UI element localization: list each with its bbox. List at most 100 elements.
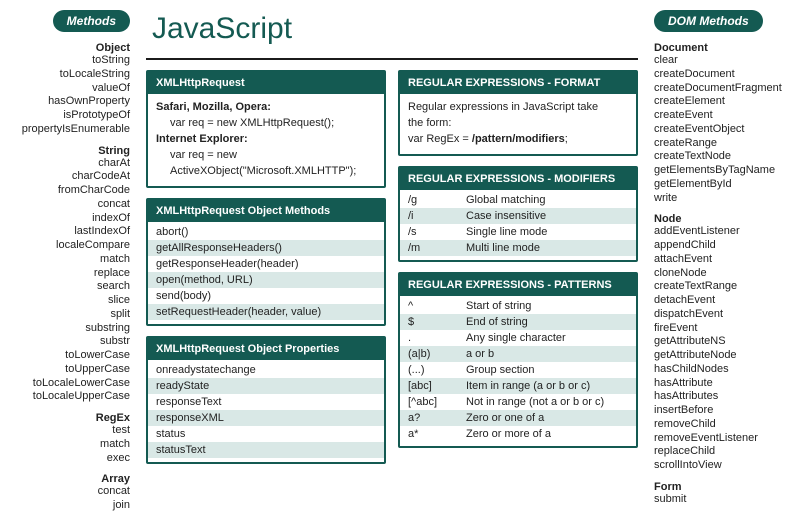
side-item: charCodeAt [4, 170, 130, 184]
side-item: getAttributeNS [654, 335, 788, 349]
list-cell: statusText [156, 444, 376, 456]
side-group: StringcharAtcharCodeAtfromCharCodeconcat… [4, 145, 130, 405]
side-item: propertyIsEnumerable [4, 123, 130, 137]
kv-val: End of string [466, 316, 628, 328]
side-item: toString [4, 54, 130, 68]
side-item: join [4, 499, 130, 513]
side-group: DocumentclearcreateDocumentcreateDocumen… [654, 42, 788, 205]
side-item: addEventListener [654, 225, 788, 239]
side-item: removeChild [654, 418, 788, 432]
side-item: valueOf [4, 82, 130, 96]
side-item: createDocument [654, 68, 788, 82]
kv-val: Case insensitive [466, 210, 628, 222]
list-cell: getAllResponseHeaders() [156, 242, 376, 254]
side-item: toLocaleString [4, 68, 130, 82]
side-group: Arrayconcatjoin [4, 473, 130, 513]
list-cell: status [156, 428, 376, 440]
side-item: createTextRange [654, 280, 788, 294]
re-patt-rows: ^Start of string$End of string.Any singl… [400, 296, 636, 446]
side-group: RegExtestmatchexec [4, 412, 130, 465]
list-cell: responseText [156, 396, 376, 408]
column-left: XMLHttpRequest Safari, Mozilla, Opera: v… [146, 70, 386, 464]
list-row: send(body) [148, 288, 384, 304]
dom-methods-sidebar: DOM Methods DocumentclearcreateDocumentc… [646, 0, 792, 516]
side-item: getAttributeNode [654, 349, 788, 363]
dom-methods-groups: DocumentclearcreateDocumentcreateDocumen… [654, 42, 788, 507]
kv-key: a* [408, 428, 466, 440]
kv-key: ^ [408, 300, 466, 312]
side-item: indexOf [4, 212, 130, 226]
methods-pill: Methods [53, 10, 130, 32]
side-group-header: Document [654, 42, 788, 54]
side-item: slice [4, 294, 130, 308]
re-format-line2: the form: [408, 116, 628, 132]
side-item: createDocumentFragment [654, 82, 788, 96]
page-title: JavaScript [152, 12, 638, 46]
side-item: localeCompare [4, 239, 130, 253]
list-row: onreadystatechange [148, 362, 384, 378]
list-cell: responseXML [156, 412, 376, 424]
methods-sidebar: Methods ObjecttoStringtoLocaleStringvalu… [0, 0, 138, 516]
side-item: scrollIntoView [654, 459, 788, 473]
re-mods-panel: REGULAR EXPRESSIONS - MODIFIERS /gGlobal… [398, 166, 638, 262]
kv-row: [abc]Item in range (a or b or c) [400, 378, 636, 394]
title-divider [146, 58, 638, 60]
kv-row: [^abc]Not in range (not a or b or c) [400, 394, 636, 410]
re-mods-rows: /gGlobal matching/iCase insensitive/sSin… [400, 190, 636, 260]
re-format-line3c: ; [565, 133, 568, 145]
side-item: isPrototypeOf [4, 109, 130, 123]
side-item: getElementById [654, 178, 788, 192]
kv-key: (a|b) [408, 348, 466, 360]
side-item: replace [4, 267, 130, 281]
side-item: replaceChild [654, 445, 788, 459]
xhr-panel: XMLHttpRequest Safari, Mozilla, Opera: v… [146, 70, 386, 188]
xhr-props-header: XMLHttpRequest Object Properties [148, 338, 384, 360]
side-item: write [654, 192, 788, 206]
side-item: createEvent [654, 109, 788, 123]
list-cell: setRequestHeader(header, value) [156, 306, 376, 318]
xhr-header: XMLHttpRequest [148, 72, 384, 94]
side-item: getElementsByTagName [654, 164, 788, 178]
side-item: dispatchEvent [654, 308, 788, 322]
side-item: exec [4, 452, 130, 466]
kv-val: Item in range (a or b or c) [466, 380, 628, 392]
kv-key: /m [408, 242, 466, 254]
re-format-line3a: var RegEx = [408, 133, 472, 145]
list-row: statusText [148, 442, 384, 458]
side-item: hasChildNodes [654, 363, 788, 377]
side-group: Formsubmit [654, 481, 788, 507]
side-item: removeEventListener [654, 432, 788, 446]
side-item: search [4, 280, 130, 294]
re-format-line1: Regular expressions in JavaScript take [408, 100, 628, 116]
kv-row: $End of string [400, 314, 636, 330]
side-item: appendChild [654, 239, 788, 253]
list-row: status [148, 426, 384, 442]
side-item: split [4, 308, 130, 322]
side-item: cloneNode [654, 267, 788, 281]
kv-val: Start of string [466, 300, 628, 312]
re-format-panel: REGULAR EXPRESSIONS - FORMAT Regular exp… [398, 70, 638, 156]
list-row: abort() [148, 224, 384, 240]
side-group-header: Array [4, 473, 130, 485]
list-cell: readyState [156, 380, 376, 392]
kv-key: (...) [408, 364, 466, 376]
list-row: open(method, URL) [148, 272, 384, 288]
side-group: NodeaddEventListenerappendChildattachEve… [654, 213, 788, 473]
side-item: insertBefore [654, 404, 788, 418]
side-item: concat [4, 198, 130, 212]
xhr-methods-panel: XMLHttpRequest Object Methods abort()get… [146, 198, 386, 326]
xhr-code-2b: ActiveXObject("Microsoft.XMLHTTP"); [156, 164, 376, 180]
kv-val: Any single character [466, 332, 628, 344]
side-item: createElement [654, 95, 788, 109]
side-group: ObjecttoStringtoLocaleStringvalueOfhasOw… [4, 42, 130, 137]
xhr-props-rows: onreadystatechange readyState responseText… [148, 360, 384, 462]
side-item: detachEvent [654, 294, 788, 308]
xhr-code-1: var req = new XMLHttpRequest(); [156, 116, 376, 132]
list-cell: abort() [156, 226, 376, 238]
kv-row: /gGlobal matching [400, 192, 636, 208]
kv-val: Multi line mode [466, 242, 628, 254]
kv-row: a?Zero or one of a [400, 410, 636, 426]
side-item: clear [654, 54, 788, 68]
side-item: concat [4, 485, 130, 499]
side-item: createTextNode [654, 150, 788, 164]
